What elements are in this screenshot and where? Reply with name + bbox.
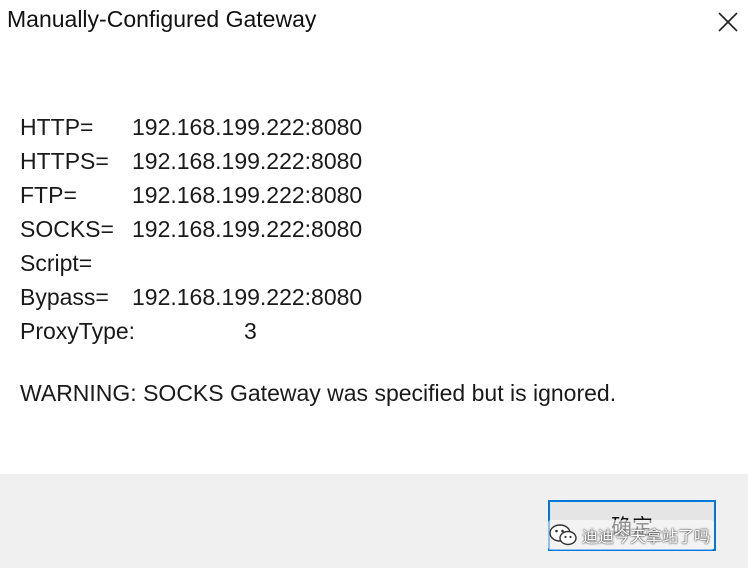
watermark: 迪迪今天拿站了吗 — [548, 520, 715, 550]
ftp-value: 192.168.199.222:8080 — [132, 182, 363, 208]
warning-message: WARNING: SOCKS Gateway was specified but… — [20, 380, 617, 406]
https-label: HTTPS= — [20, 148, 109, 174]
close-icon — [718, 12, 738, 32]
http-value: 192.168.199.222:8080 — [132, 114, 363, 140]
gateway-dialog: Manually-Configured Gateway HTTP= 192.16… — [0, 0, 748, 568]
dialog-title: Manually-Configured Gateway — [7, 6, 317, 32]
socks-value: 192.168.199.222:8080 — [132, 216, 363, 242]
socks-label: SOCKS= — [20, 216, 114, 242]
https-value: 192.168.199.222:8080 — [132, 148, 363, 174]
close-button[interactable] — [712, 6, 744, 38]
bypass-label: Bypass= — [20, 284, 109, 310]
proxy-type-value: 3 — [244, 318, 257, 344]
bypass-value: 192.168.199.222:8080 — [132, 284, 363, 310]
script-label: Script= — [20, 250, 93, 276]
watermark-text: 迪迪今天拿站了吗 — [582, 527, 711, 546]
dialog-footer: 确定 迪迪今天拿站了吗 — [0, 474, 748, 568]
wechat-icon — [549, 524, 577, 546]
ftp-label: FTP= — [20, 182, 77, 208]
proxy-type-label: ProxyType: — [20, 318, 136, 344]
http-label: HTTP= — [20, 114, 94, 140]
